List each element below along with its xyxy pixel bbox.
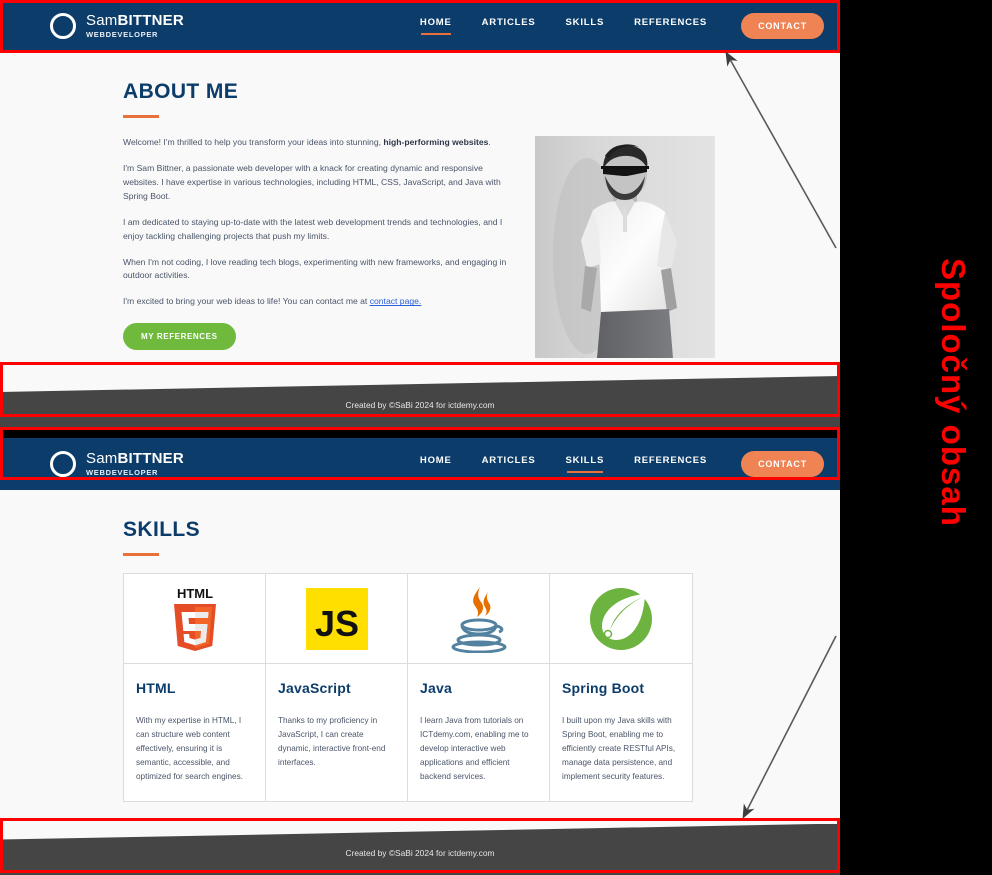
about-paragraph-3: I am dedicated to staying up-to-date wit… xyxy=(123,216,503,241)
contact-button[interactable]: CONTACT xyxy=(741,451,824,477)
site-footer-home: Created by ©SaBi 2024 for ictdemy.com xyxy=(0,376,840,428)
main-navigation-skills: HOME ARTICLES SKILLS REFERENCES CONTACT xyxy=(420,451,824,477)
brand-subtitle: WEBDEVELOPER xyxy=(86,30,159,40)
skill-body-html: HTML With my expertise in HTML, I can st… xyxy=(124,664,265,801)
main-navigation-home: HOME ARTICLES SKILLS REFERENCES CONTACT xyxy=(420,13,824,39)
skill-body-javascript: JavaScript Thanks to my proficiency in J… xyxy=(266,664,407,786)
skill-body-java: Java I learn Java from tutorials on ICTd… xyxy=(408,664,549,801)
capture-separator xyxy=(0,428,840,438)
footer-slant-decoration xyxy=(0,376,840,392)
svg-text:HTML: HTML xyxy=(176,586,212,601)
skill-description: Thanks to my proficiency in JavaScript, … xyxy=(278,716,386,768)
skill-description: With my expertise in HTML, I can structu… xyxy=(136,716,243,782)
footer-slant-decoration xyxy=(0,823,840,840)
home-container: ABOUT ME Welcome! I'm thrilled to help y… xyxy=(0,52,840,358)
skills-grid: HTML HTML With my expertise in HTML, I c… xyxy=(123,573,693,802)
brand-name-bold: BITTNER xyxy=(117,450,184,468)
spring-boot-logo-icon xyxy=(550,574,692,664)
screenshot-root: SamBITTNER WEBDEVELOPER HOME ARTICLES SK… xyxy=(0,0,992,875)
contact-line-text: I'm excited to bring your web ideas to l… xyxy=(123,296,370,307)
about-p1-lead: Welcome! I'm thrilled to help you transf… xyxy=(123,137,384,147)
contact-page-link[interactable]: contact page. xyxy=(370,296,422,306)
about-layout: Welcome! I'm thrilled to help you transf… xyxy=(123,118,717,358)
home-page-body: ABOUT ME Welcome! I'm thrilled to help y… xyxy=(0,52,840,428)
brand-logo-skills[interactable]: SamBITTNER WEBDEVELOPER xyxy=(50,451,184,477)
brand-logo[interactable]: SamBITTNER WEBDEVELOPER xyxy=(50,13,184,39)
brand-name-skills: SamBITTNER xyxy=(86,451,184,466)
brand-text: SamBITTNER WEBDEVELOPER xyxy=(86,13,184,39)
skills-container: SKILLS HTML HTML With my expertise in HT… xyxy=(0,490,840,802)
skill-title: JavaScript xyxy=(278,680,351,696)
about-paragraph-4: When I'm not coding, I love reading tech… xyxy=(123,256,507,281)
nav-link-home[interactable]: HOME xyxy=(420,455,452,473)
html5-logo-icon: HTML xyxy=(124,574,265,664)
site-header-home: SamBITTNER WEBDEVELOPER HOME ARTICLES SK… xyxy=(0,0,840,52)
skill-card-java[interactable]: Java I learn Java from tutorials on ICTd… xyxy=(408,574,550,801)
skill-title: Java xyxy=(420,680,452,696)
title-underline-rule xyxy=(123,553,159,556)
brand-name-bold: BITTNER xyxy=(117,12,184,30)
about-paragraph-1: Welcome! I'm thrilled to help you transf… xyxy=(123,136,513,150)
about-text-block: Welcome! I'm thrilled to help you transf… xyxy=(123,136,513,351)
contact-button[interactable]: CONTACT xyxy=(741,13,824,39)
java-logo-icon xyxy=(408,574,549,664)
my-references-button[interactable]: MY REFERENCES xyxy=(123,323,236,351)
nav-link-articles[interactable]: ARTICLES xyxy=(482,17,536,35)
footer-credit-text: Created by ©SaBi 2024 for ictdemy.com xyxy=(345,847,495,858)
portrait-photo xyxy=(535,136,715,358)
nav-link-skills[interactable]: SKILLS xyxy=(566,17,605,35)
site-header-skills: SamBITTNER WEBDEVELOPER HOME ARTICLES SK… xyxy=(0,438,840,490)
brand-text-skills: SamBITTNER WEBDEVELOPER xyxy=(86,451,184,477)
brand-subtitle: WEBDEVELOPER xyxy=(86,468,159,478)
footer-credit-text: Created by ©SaBi 2024 for ictdemy.com xyxy=(345,400,495,410)
circle-outline-icon xyxy=(50,451,76,477)
skill-card-spring-boot[interactable]: Spring Boot I built upon my Java skills … xyxy=(550,574,692,801)
page-title-about: ABOUT ME xyxy=(123,80,239,103)
javascript-logo-icon: JS xyxy=(266,574,407,664)
brand-name-light: Sam xyxy=(86,12,118,30)
page-column: SamBITTNER WEBDEVELOPER HOME ARTICLES SK… xyxy=(0,0,840,875)
brand-name-light: Sam xyxy=(86,450,118,468)
about-p1-tail: . xyxy=(488,137,491,147)
brand-name: SamBITTNER xyxy=(86,13,184,28)
skill-title: Spring Boot xyxy=(562,680,645,696)
nav-link-skills[interactable]: SKILLS xyxy=(566,455,605,473)
skill-body-spring-boot: Spring Boot I built upon my Java skills … xyxy=(550,664,692,801)
circle-outline-icon xyxy=(50,13,76,39)
nav-link-references[interactable]: REFERENCES xyxy=(634,455,707,473)
skill-card-javascript[interactable]: JS JavaScript Thanks to my proficiency i… xyxy=(266,574,408,801)
skill-title: HTML xyxy=(136,680,176,696)
skill-description: I built upon my Java skills with Spring … xyxy=(562,716,676,782)
nav-link-home[interactable]: HOME xyxy=(420,17,452,35)
about-contact-paragraph: I'm excited to bring your web ideas to l… xyxy=(123,295,513,309)
about-p1-bold: high-performing websites xyxy=(383,137,489,147)
skill-description: I learn Java from tutorials on ICTdemy.c… xyxy=(420,716,529,782)
site-footer-skills: Created by ©SaBi 2024 for ictdemy.com xyxy=(0,823,840,875)
nav-link-references[interactable]: REFERENCES xyxy=(634,17,707,35)
nav-link-articles[interactable]: ARTICLES xyxy=(482,455,536,473)
annotation-label-common-content: Spoločný obsah xyxy=(935,258,972,527)
svg-text:JS: JS xyxy=(314,603,358,644)
about-paragraph-2: I'm Sam Bittner, a passionate web develo… xyxy=(123,162,501,201)
skill-card-html[interactable]: HTML HTML With my expertise in HTML, I c… xyxy=(124,574,266,801)
page-title-skills: SKILLS xyxy=(123,518,201,541)
skills-page-body: SKILLS HTML HTML With my expertise in HT… xyxy=(0,490,840,875)
